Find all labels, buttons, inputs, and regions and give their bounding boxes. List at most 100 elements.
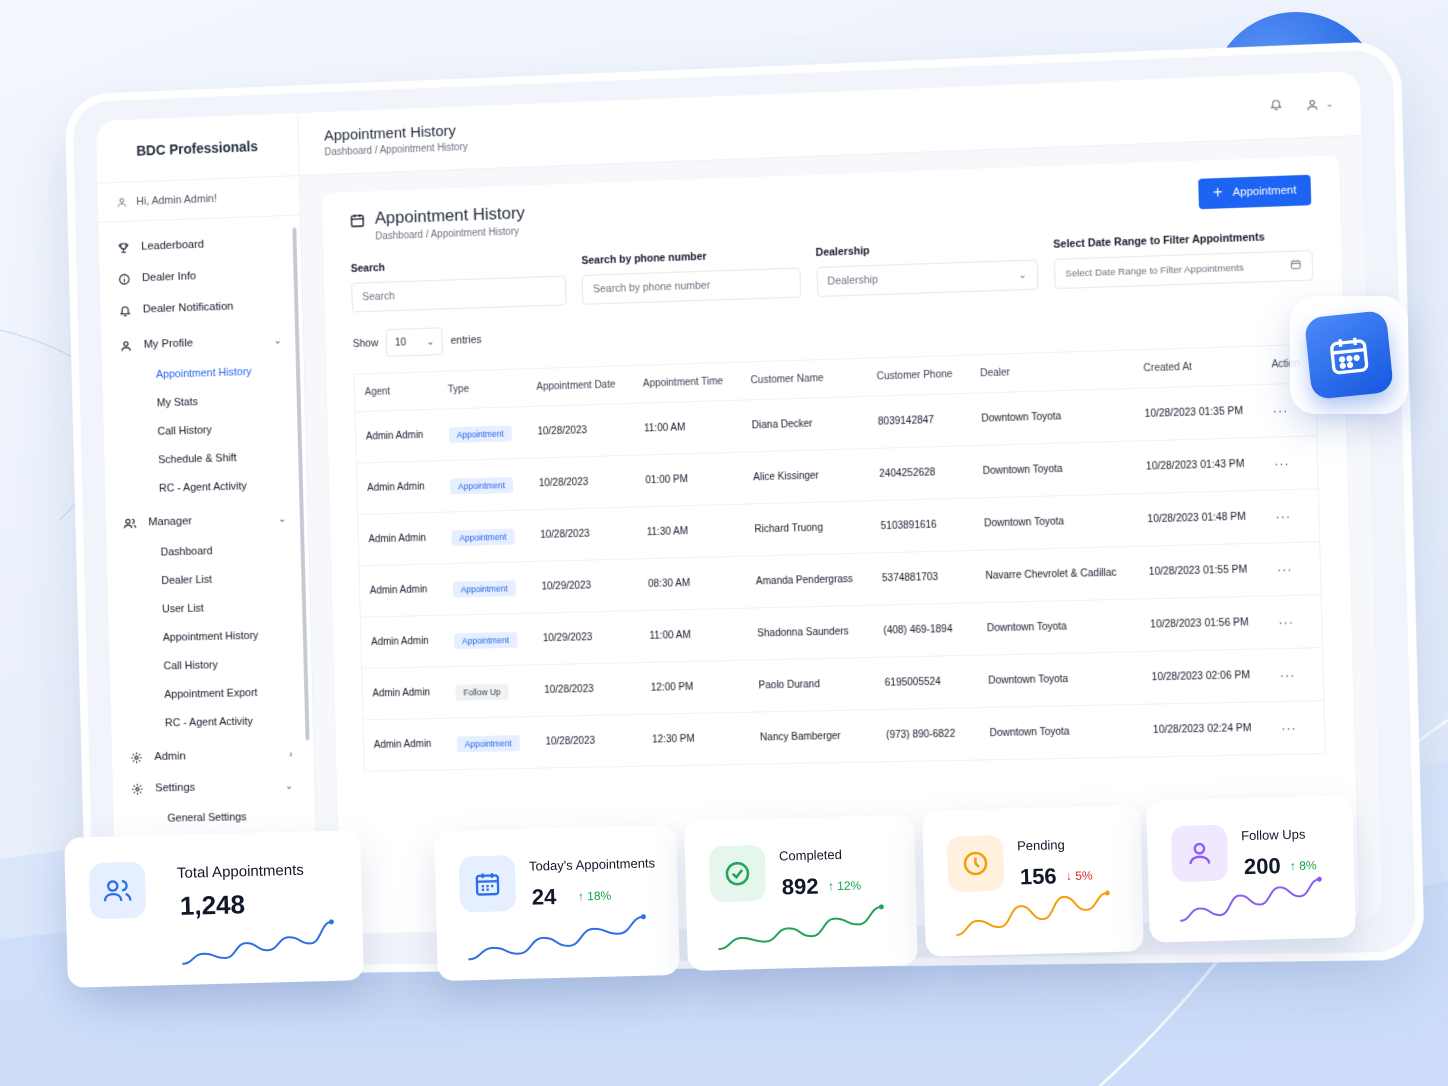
user-menu[interactable]: ⌄ xyxy=(1306,97,1334,111)
more-actions-icon[interactable]: ··· xyxy=(1280,668,1296,683)
dealership-select[interactable]: Dealership ⌄ xyxy=(816,259,1039,298)
gear-icon xyxy=(129,750,143,764)
column-header[interactable]: Created At xyxy=(1132,345,1262,389)
breadcrumb[interactable]: Dashboard / Appointment History xyxy=(324,142,468,158)
sidebar-item-label: Settings xyxy=(154,781,196,795)
column-header[interactable]: Customer Phone xyxy=(866,354,971,397)
sidebar-item-settings[interactable]: Settings ⌄ xyxy=(130,770,315,805)
floating-calendar-tile xyxy=(1290,296,1408,414)
stat-card[interactable]: Follow Ups 200 ↑ 8% xyxy=(1146,795,1356,943)
stat-card[interactable]: Total Appointments 1,248 xyxy=(64,830,364,988)
sparkline-end-point xyxy=(1104,890,1110,896)
table-cell: Admin Admin xyxy=(356,460,442,515)
type-badge: Appointment xyxy=(451,528,515,546)
table-cell: Downtown Toyota xyxy=(973,493,1138,551)
sidebar-item-label: Manager xyxy=(148,515,193,529)
table-cell: 01:00 PM xyxy=(634,452,744,507)
trend-sparkline xyxy=(718,904,884,951)
column-header[interactable]: Type xyxy=(437,368,528,410)
entries-select[interactable]: 10 ⌄ xyxy=(385,327,444,357)
sidebar-item-manager[interactable]: Manager ⌄ xyxy=(123,502,308,538)
bell-icon xyxy=(118,303,132,317)
stat-delta: ↑ 8% xyxy=(1290,858,1317,873)
chevron-down-icon: ⌄ xyxy=(1018,269,1027,281)
sidebar-subitem-call-history[interactable]: Call History xyxy=(127,648,312,681)
sidebar-subitem-dashboard[interactable]: Dashboard xyxy=(124,534,309,567)
sidebar-subitem-rc-agent-activity[interactable]: RC - Agent Activity xyxy=(128,706,313,738)
calendar-icon xyxy=(458,855,517,913)
table-cell: 5103891616 xyxy=(869,498,975,553)
page-title: Appointment History xyxy=(323,122,457,145)
more-actions-icon[interactable]: ··· xyxy=(1281,721,1297,736)
table-cell: 10/28/2023 02:24 PM xyxy=(1142,701,1272,757)
sparkline-path xyxy=(956,892,1108,937)
column-header[interactable]: Dealer xyxy=(969,349,1134,394)
more-actions-icon[interactable]: ··· xyxy=(1277,562,1293,577)
table-cell: ··· xyxy=(1267,594,1323,649)
column-header[interactable]: Agent xyxy=(354,371,439,412)
more-actions-icon[interactable]: ··· xyxy=(1273,403,1289,418)
chevron-down-icon[interactable]: ⌄ xyxy=(278,513,286,524)
table-cell: 10/28/2023 02:06 PM xyxy=(1140,648,1271,705)
card-title: Appointment History xyxy=(374,203,526,228)
table-cell: (973) 890-6822 xyxy=(875,707,981,762)
table-cell: ··· xyxy=(1263,435,1319,491)
date-range-input[interactable]: Select Date Range to Filter Appointments xyxy=(1053,250,1314,290)
search-input[interactable]: Search xyxy=(351,275,567,313)
phone-search-label: Search by phone number xyxy=(581,250,707,268)
entries-value: 10 xyxy=(394,336,407,349)
sparkline-path xyxy=(1180,878,1320,922)
search-placeholder: Search xyxy=(362,290,395,304)
table-cell: Downtown Toyota xyxy=(976,598,1141,656)
table-cell: Admin Admin xyxy=(361,666,447,720)
table-cell: 10/28/2023 xyxy=(528,455,637,510)
sidebar-subitem-appointment-history[interactable]: Appointment History xyxy=(126,620,311,653)
sidebar-subitem-general-settings[interactable]: General Settings xyxy=(131,801,316,833)
clock-icon xyxy=(946,834,1005,893)
add-appointment-label: Appointment xyxy=(1232,184,1297,199)
table-cell: 10/28/2023 01:43 PM xyxy=(1135,437,1265,494)
chevron-down-icon[interactable]: ⌄ xyxy=(273,335,281,346)
trend-sparkline xyxy=(182,919,334,965)
table-cell: Downtown Toyota xyxy=(971,440,1137,499)
filters-row: Search Search Search by phone number Sea… xyxy=(351,230,1314,313)
table-cell: Paolo Durand xyxy=(748,657,876,713)
column-header[interactable]: Customer Name xyxy=(740,358,868,401)
column-header[interactable]: Appointment Date xyxy=(526,365,634,407)
table-cell: 10/29/2023 xyxy=(531,558,639,614)
sparkline-end-point xyxy=(640,914,646,920)
more-actions-icon[interactable]: ··· xyxy=(1275,509,1291,524)
table-cell: Alice Kissinger xyxy=(742,448,870,505)
type-badge: Appointment xyxy=(454,631,518,649)
table-cell: Navarre Chevrolet & Cadillac xyxy=(974,546,1140,603)
sidebar-subitem-rc-agent-activity[interactable]: RC - Agent Activity xyxy=(122,470,307,504)
sidebar-item-label: Dealer Notification xyxy=(142,300,234,316)
stat-label: Completed xyxy=(778,846,843,864)
sidebar-subitem-user-list[interactable]: User List xyxy=(125,591,310,624)
add-appointment-button[interactable]: + Appointment xyxy=(1198,174,1312,210)
more-actions-icon[interactable]: ··· xyxy=(1278,615,1294,630)
stat-card[interactable]: Today's Appointments 24 ↑ 18% xyxy=(434,824,680,982)
calendar-icon xyxy=(1303,309,1395,401)
more-actions-icon[interactable]: ··· xyxy=(1274,456,1290,471)
stat-card[interactable]: Completed 892 ↑ 12% xyxy=(684,815,918,971)
stat-delta-value: 5% xyxy=(1075,868,1093,883)
gear-icon xyxy=(130,782,144,796)
phone-search-input[interactable]: Search by phone number xyxy=(581,267,801,305)
chevron-down-icon[interactable]: ⌄ xyxy=(285,781,293,792)
table-cell: Admin Admin xyxy=(358,563,444,618)
sidebar-item-admin[interactable]: Admin › xyxy=(129,738,314,773)
users-icon xyxy=(123,516,137,530)
type-badge: Appointment xyxy=(452,579,516,598)
check-circle-icon xyxy=(708,844,767,903)
chevron-right-icon[interactable]: › xyxy=(289,749,293,760)
bell-icon[interactable] xyxy=(1270,97,1284,116)
table-cell: 10/28/2023 01:56 PM xyxy=(1139,595,1269,652)
table-cell: 5374881703 xyxy=(871,550,977,606)
sidebar-subitem-appointment-export[interactable]: Appointment Export xyxy=(127,677,312,709)
card-breadcrumb[interactable]: Dashboard / Appointment History xyxy=(375,226,525,242)
sidebar-subitem-dealer-list[interactable]: Dealer List xyxy=(124,563,309,596)
column-header[interactable]: Appointment Time xyxy=(632,362,742,404)
stat-card[interactable]: Pending 156 ↓ 5% xyxy=(922,805,1144,957)
sidebar-item-dealer-notification[interactable]: Dealer Notification xyxy=(118,288,303,326)
